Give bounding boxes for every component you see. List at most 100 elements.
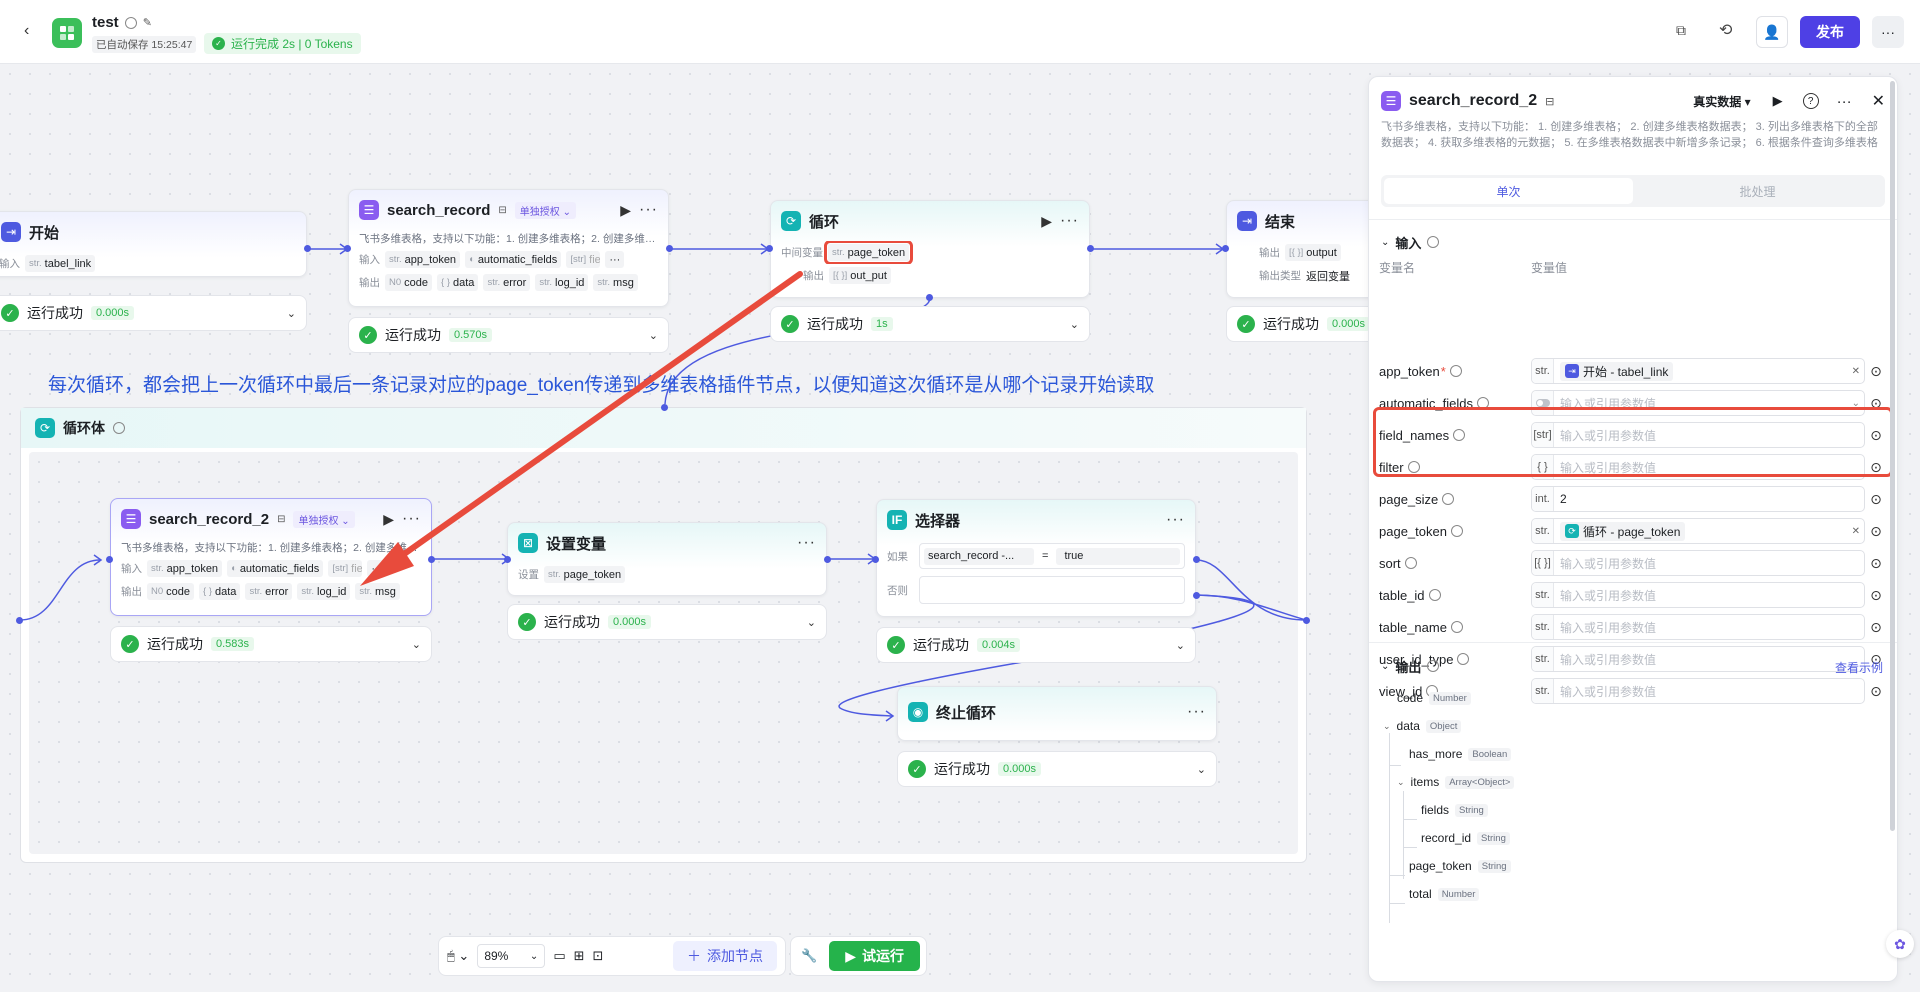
- chevron-down-icon[interactable]: ⌄: [287, 307, 296, 320]
- param-input[interactable]: str. 输入或引用参数值: [1531, 582, 1865, 608]
- port[interactable]: [106, 556, 113, 563]
- variable-ref-icon[interactable]: ⊙: [1865, 395, 1887, 412]
- clear-icon[interactable]: ✕: [1852, 366, 1860, 377]
- variable-ref-icon[interactable]: ⊙: [1865, 491, 1887, 508]
- info-icon[interactable]: [1453, 429, 1466, 441]
- port[interactable]: [666, 245, 673, 252]
- more-icon[interactable]: ···: [1837, 93, 1852, 110]
- node-start[interactable]: ⇥ 开始 输入 str. tabel_link: [0, 211, 307, 277]
- param-input[interactable]: str. ⇥ 开始 - tabel_link ✕: [1531, 358, 1865, 384]
- node-loop[interactable]: ⟳ 循环 ▶ ··· 中间变量 str. page_token 输出 [{ }] o…: [770, 200, 1090, 298]
- back-icon[interactable]: ‹: [24, 22, 29, 40]
- port[interactable]: [1193, 556, 1200, 563]
- node-set-variable[interactable]: ⊠ 设置变量 ··· 设置 str. page_token: [507, 522, 827, 596]
- more-icon[interactable]: ···: [605, 251, 625, 268]
- port[interactable]: [824, 556, 831, 563]
- condition-box[interactable]: search_record -... = true: [919, 543, 1185, 569]
- chevron-down-icon[interactable]: ⌄: [1197, 763, 1206, 776]
- layout-icon[interactable]: ⊞: [574, 948, 585, 964]
- param-input[interactable]: int. 2: [1531, 486, 1865, 512]
- start-run-result[interactable]: ✓ 运行成功 0.000s ⌄: [0, 295, 307, 331]
- param-input[interactable]: str. 输入或引用参数值: [1531, 678, 1865, 704]
- search-record-run-result[interactable]: ✓ 运行成功 0.570s ⌄: [348, 317, 669, 353]
- auth-badge[interactable]: 单独授权 ⌄: [514, 201, 576, 219]
- port[interactable]: [304, 245, 311, 252]
- more-icon[interactable]: ···: [1166, 511, 1185, 529]
- info-icon[interactable]: [1427, 236, 1440, 248]
- tab-batch[interactable]: 批处理: [1633, 178, 1882, 204]
- port[interactable]: [428, 556, 435, 563]
- variable-ref-icon[interactable]: ⊙: [1865, 555, 1887, 572]
- variable-ref-icon[interactable]: ⊙: [1865, 619, 1887, 636]
- trial-run-button[interactable]: ▶ 试运行: [829, 941, 920, 971]
- variable-ref-icon[interactable]: ⊙: [1865, 427, 1887, 444]
- info-icon[interactable]: [1450, 525, 1463, 537]
- history-icon[interactable]: ⟲: [1719, 20, 1732, 40]
- toggle-switch[interactable]: [1532, 391, 1554, 415]
- port[interactable]: [1193, 592, 1200, 599]
- port[interactable]: [661, 404, 668, 411]
- port[interactable]: [1303, 617, 1310, 624]
- more-icon[interactable]: ···: [1187, 703, 1206, 721]
- comment-icon[interactable]: ▭: [553, 948, 565, 964]
- param-input[interactable]: [{ }] 输入或引用参数值: [1531, 550, 1865, 576]
- more-icon[interactable]: ···: [367, 560, 387, 577]
- chevron-down-icon[interactable]: ⌄: [1070, 318, 1079, 331]
- param-input[interactable]: 输入或引用参数值 ⌄: [1531, 390, 1865, 416]
- port[interactable]: [926, 294, 933, 301]
- port[interactable]: [16, 617, 23, 624]
- help-icon[interactable]: ?: [1802, 93, 1819, 109]
- ref-chip[interactable]: ⟳ 循环 - page_token: [1560, 521, 1686, 541]
- variable-ref-icon[interactable]: ⊙: [1865, 683, 1887, 700]
- more-icon[interactable]: ···: [639, 201, 658, 219]
- more-button[interactable]: ···: [1872, 16, 1904, 48]
- chevron-down-icon[interactable]: ⌄: [1176, 639, 1185, 652]
- param-input[interactable]: str. ⟳ 循环 - page_token ✕: [1531, 518, 1865, 544]
- info-icon[interactable]: [1442, 493, 1455, 505]
- variable-ref-icon[interactable]: ⊙: [1865, 587, 1887, 604]
- chevron-down-icon[interactable]: ⌄: [1383, 721, 1391, 732]
- more-icon[interactable]: ···: [1060, 212, 1079, 230]
- data-mode-select[interactable]: 真实数据 ▾: [1693, 93, 1750, 110]
- param-input[interactable]: str. 输入或引用参数值: [1531, 614, 1865, 640]
- chevron-down-icon[interactable]: ⌄: [649, 329, 658, 342]
- info-icon[interactable]: [1476, 397, 1489, 409]
- param-input[interactable]: [str] 输入或引用参数值: [1531, 422, 1865, 448]
- chevron-down-icon[interactable]: ⌄: [807, 616, 816, 629]
- variable-ref-icon[interactable]: ⊙: [1865, 523, 1887, 540]
- port[interactable]: [1222, 245, 1229, 252]
- param-input[interactable]: str. 输入或引用参数值: [1531, 646, 1865, 672]
- pointer-mode-icon[interactable]: 🖱 ⌄: [447, 948, 469, 964]
- port[interactable]: [872, 556, 879, 563]
- collaborators-button[interactable]: 👤: [1756, 16, 1788, 48]
- wrench-icon[interactable]: 🔧: [797, 948, 821, 964]
- node-search-record-2[interactable]: ☰ search_record_2 ⊟ 单独授权 ⌄ ▶ ··· 飞书多维表格，…: [110, 498, 432, 616]
- more-icon[interactable]: ···: [402, 510, 421, 528]
- run-node-icon[interactable]: ▶: [1041, 213, 1052, 230]
- else-box[interactable]: [919, 576, 1185, 604]
- info-icon[interactable]: [124, 16, 137, 29]
- node-end[interactable]: ⇥ 结束 输出 [{ }] output 输出类型 返回变量: [1226, 200, 1386, 298]
- info-icon[interactable]: [1404, 557, 1417, 569]
- run-node-icon[interactable]: ▶: [1773, 93, 1783, 109]
- port[interactable]: [344, 245, 351, 252]
- zoom-select[interactable]: 89% ⌄: [477, 944, 546, 968]
- run-status-badge[interactable]: ✓ 运行完成 2s | 0 Tokens: [204, 33, 361, 54]
- stop-loop-run-result[interactable]: ✓ 运行成功 0.000s ⌄: [897, 751, 1217, 787]
- tab-single[interactable]: 单次: [1384, 178, 1633, 204]
- info-icon[interactable]: [1407, 461, 1420, 473]
- info-icon[interactable]: [1450, 621, 1463, 633]
- info-icon[interactable]: [1427, 660, 1440, 672]
- run-node-icon[interactable]: ▶: [620, 202, 631, 219]
- view-example-link[interactable]: 查看示例: [1835, 659, 1883, 676]
- variable-ref-icon[interactable]: ⊙: [1865, 459, 1887, 476]
- info-icon[interactable]: [113, 422, 125, 434]
- run-node-icon[interactable]: ▶: [383, 511, 394, 528]
- param-input[interactable]: { } 输入或引用参数值: [1531, 454, 1865, 480]
- node-stop-loop[interactable]: ◉ 终止循环 ···: [897, 686, 1217, 741]
- info-icon[interactable]: [1449, 365, 1462, 377]
- port[interactable]: [1087, 245, 1094, 252]
- auth-badge[interactable]: 单独授权 ⌄: [293, 510, 355, 528]
- loop-run-result[interactable]: ✓ 运行成功 1s ⌄: [770, 306, 1090, 342]
- ref-chip[interactable]: ⇥ 开始 - tabel_link: [1560, 361, 1674, 381]
